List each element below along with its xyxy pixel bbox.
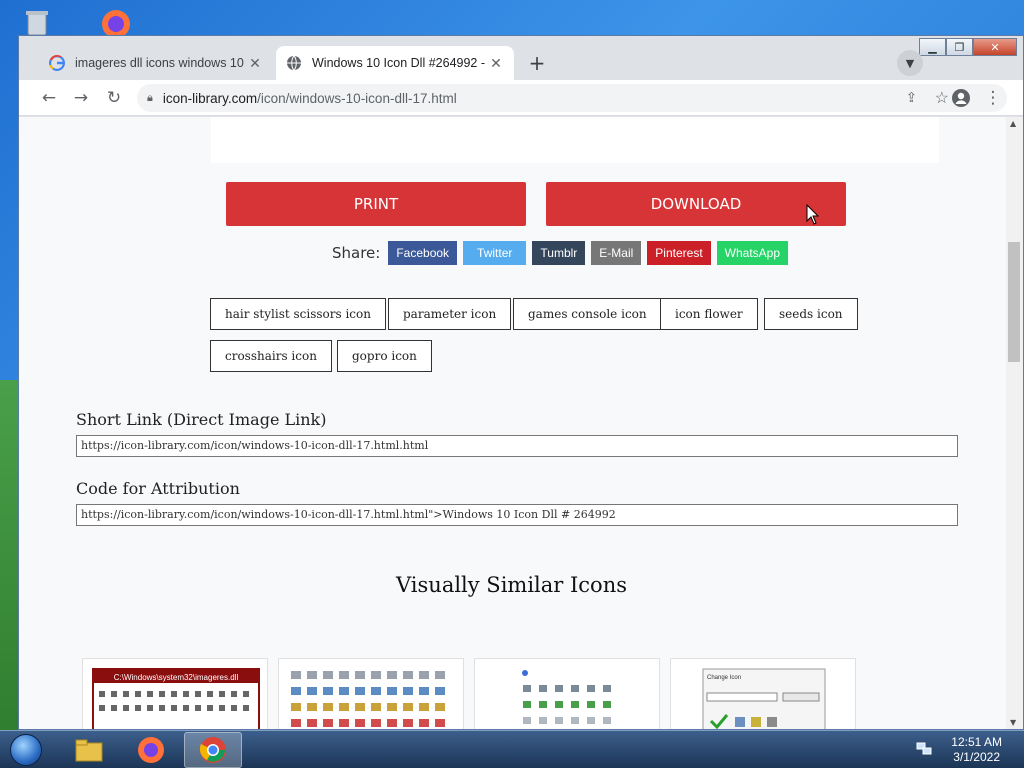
tab-title: Windows 10 Icon Dll #264992 - I xyxy=(312,56,488,70)
image-panel xyxy=(211,117,939,163)
whatsapp-share-button[interactable]: WhatsApp xyxy=(716,241,789,265)
page-scrollbar[interactable]: ▲ ▼ xyxy=(1006,117,1023,729)
url-host: icon-library.com xyxy=(162,90,258,106)
similar-icon-thumb[interactable] xyxy=(474,658,660,729)
thumbnail-caption: Change Icon xyxy=(707,675,741,681)
address-bar[interactable]: 🔒︎ icon-library.com/icon/windows-10-icon… xyxy=(137,84,1007,112)
similar-icon-thumb[interactable]: C:\Windows\system32\imageres.dll xyxy=(82,658,268,729)
tab-strip: imageres dll icons windows 10 p ✕ Window… xyxy=(19,36,1023,80)
close-tab-icon[interactable]: ✕ xyxy=(247,55,263,72)
tab-icon-library[interactable]: Windows 10 Icon Dll #264992 - I ✕ xyxy=(276,46,514,80)
forward-arrow-icon[interactable]: → xyxy=(69,86,93,110)
google-icon xyxy=(49,55,65,71)
tag-link[interactable]: games console icon xyxy=(513,298,662,330)
windows-logo-icon xyxy=(10,734,42,766)
download-button[interactable]: DOWNLOAD xyxy=(546,182,846,226)
scroll-up-icon[interactable]: ▲ xyxy=(1010,119,1016,128)
close-tab-icon[interactable]: ✕ xyxy=(488,55,504,72)
similar-icon-thumb[interactable] xyxy=(278,658,464,729)
bookmark-star-icon[interactable]: ☆ xyxy=(935,88,949,108)
reload-icon[interactable]: ↻ xyxy=(102,86,126,110)
share-row: Share: Facebook Twitter Tumblr E-Mail Pi… xyxy=(332,241,789,265)
lock-icon[interactable]: 🔒︎ xyxy=(147,92,153,105)
tag-link[interactable]: hair stylist scissors icon xyxy=(210,298,386,330)
thumbnail-image: Change Icon xyxy=(702,668,826,729)
tag-link[interactable]: crosshairs icon xyxy=(210,340,332,372)
similar-icons-title: Visually Similar Icons xyxy=(396,573,627,597)
windows-taskbar: 12:51 AM 3/1/2022 xyxy=(0,730,1024,768)
thumbnail-image xyxy=(291,671,445,727)
share-page-icon[interactable]: ⇪ xyxy=(906,90,917,106)
tab-google-search[interactable]: imageres dll icons windows 10 p ✕ xyxy=(39,46,273,80)
back-arrow-icon[interactable]: ← xyxy=(37,86,61,110)
tag-link[interactable]: gopro icon xyxy=(337,340,432,372)
chrome-menu-icon[interactable]: ⋮ xyxy=(981,86,1005,110)
clock-date: 3/1/2022 xyxy=(953,750,1000,764)
chrome-taskbar-icon[interactable] xyxy=(184,732,242,768)
short-link-label: Short Link (Direct Image Link) xyxy=(76,410,327,429)
clock-time: 12:51 AM xyxy=(951,735,1002,749)
tab-title: imageres dll icons windows 10 p xyxy=(75,56,247,70)
file-explorer-taskbar-icon[interactable] xyxy=(60,732,118,768)
email-share-button[interactable]: E-Mail xyxy=(591,241,642,265)
browser-toolbar: ← → ↻ 🔒︎ icon-library.com/icon/windows-1… xyxy=(19,80,1023,116)
attribution-field[interactable]: https://icon-library.com/icon/windows-10… xyxy=(76,504,958,526)
tag-link[interactable]: icon flower xyxy=(660,298,758,330)
recycle-bin-icon[interactable] xyxy=(20,5,54,39)
page-viewport: PRINT DOWNLOAD Share: Facebook Twitter T… xyxy=(19,117,1023,729)
thumbnail-image xyxy=(522,670,611,724)
tag-link[interactable]: seeds icon xyxy=(764,298,858,330)
thumbnail-image: C:\Windows\system32\imageres.dll xyxy=(92,668,260,729)
profile-avatar-icon[interactable] xyxy=(949,86,973,110)
url-path: /icon/windows-10-icon-dll-17.html xyxy=(257,90,457,106)
scroll-thumb[interactable] xyxy=(1008,242,1020,362)
tag-link[interactable]: parameter icon xyxy=(388,298,512,330)
tab-search-chevron-icon[interactable]: ▼ xyxy=(897,50,923,76)
thumbnail-caption: C:\Windows\system32\imageres.dll xyxy=(114,673,239,682)
globe-icon xyxy=(287,55,301,71)
new-tab-icon[interactable]: + xyxy=(524,50,550,76)
facebook-share-button[interactable]: Facebook xyxy=(388,241,458,265)
twitter-share-button[interactable]: Twitter xyxy=(463,241,527,265)
network-tray-icon[interactable] xyxy=(916,742,932,756)
share-label: Share: xyxy=(332,244,381,262)
scroll-down-icon[interactable]: ▼ xyxy=(1010,718,1016,727)
start-button[interactable] xyxy=(6,731,46,768)
system-clock[interactable]: 12:51 AM 3/1/2022 xyxy=(951,735,1002,765)
pinterest-share-button[interactable]: Pinterest xyxy=(647,241,711,265)
mouse-cursor-icon xyxy=(806,204,820,225)
similar-icon-thumb[interactable]: Change Icon xyxy=(670,658,856,729)
chrome-window: ▁ ❐ ✕ imageres dll icons windows 10 p ✕ … xyxy=(18,35,1024,730)
attribution-label: Code for Attribution xyxy=(76,479,240,498)
short-link-field[interactable]: https://icon-library.com/icon/windows-10… xyxy=(76,435,958,457)
firefox-desktop-icon[interactable] xyxy=(96,4,130,38)
print-button[interactable]: PRINT xyxy=(226,182,526,226)
tumblr-share-button[interactable]: Tumblr xyxy=(532,241,586,265)
firefox-taskbar-icon[interactable] xyxy=(122,732,180,768)
